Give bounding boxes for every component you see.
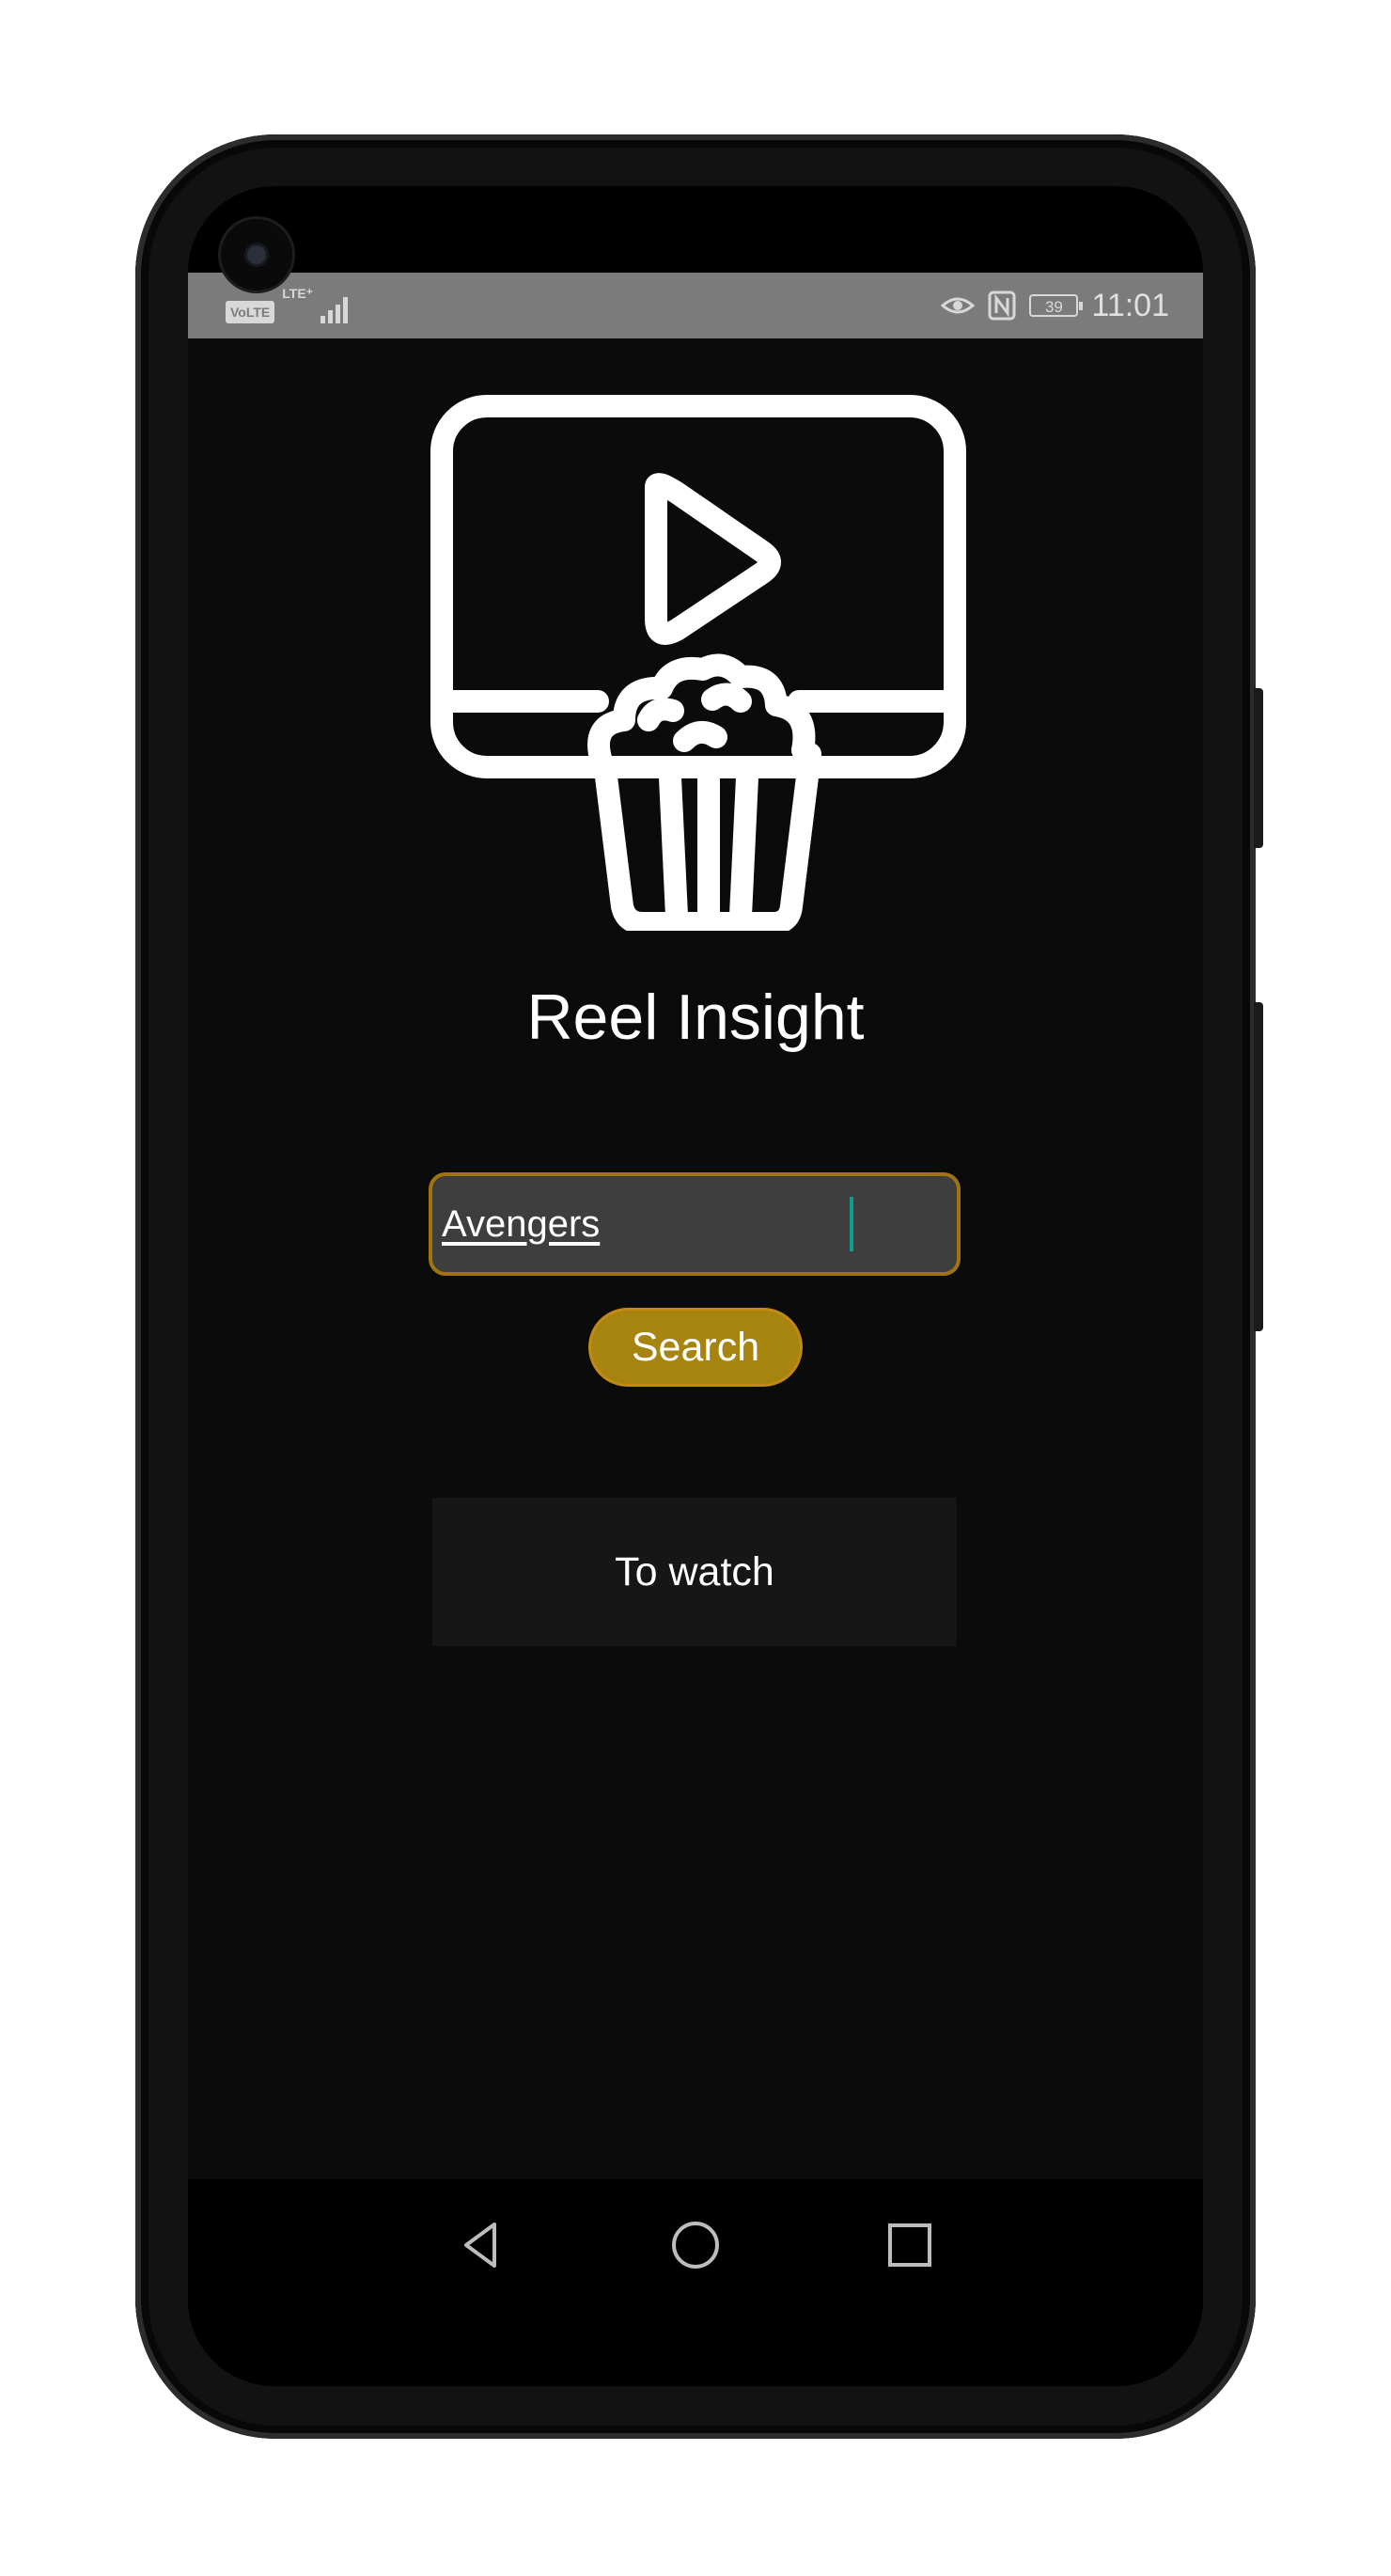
front-camera xyxy=(221,219,292,291)
battery-level: 39 xyxy=(1044,298,1063,316)
power-button xyxy=(1254,1002,1263,1331)
network-type-label: LTE⁺ xyxy=(282,286,314,301)
search-button[interactable]: Search xyxy=(588,1308,803,1387)
recents-icon[interactable] xyxy=(882,2217,938,2273)
app-main: Reel Insight Search To watch xyxy=(188,338,1203,2179)
signal-icon xyxy=(320,295,349,323)
battery-icon: 39 xyxy=(1029,294,1084,317)
eye-comfort-icon xyxy=(941,297,976,314)
status-left-group: VoLTE LTE⁺ xyxy=(226,286,349,323)
search-input[interactable] xyxy=(442,1193,930,1255)
status-right-group: 39 11:01 xyxy=(941,282,1169,329)
to-watch-button[interactable]: To watch xyxy=(432,1498,957,1646)
status-time: 11:01 xyxy=(1091,287,1169,323)
volume-button xyxy=(1254,688,1263,848)
search-field[interactable] xyxy=(429,1172,961,1276)
status-bar: VoLTE LTE⁺ 39 11:01 xyxy=(188,273,1203,338)
app-title: Reel Insight xyxy=(526,982,865,1053)
navigation-bar xyxy=(188,2179,1203,2386)
back-icon[interactable] xyxy=(453,2217,509,2273)
phone-screen: VoLTE LTE⁺ 39 11:01 Reel Insight Avenger… xyxy=(188,186,1203,2386)
home-icon[interactable] xyxy=(667,2217,724,2273)
text-cursor xyxy=(850,1197,853,1251)
nfc-icon xyxy=(988,291,1016,321)
volte-badge: VoLTE xyxy=(226,301,275,323)
tv-popcorn-logo-icon xyxy=(430,395,966,931)
